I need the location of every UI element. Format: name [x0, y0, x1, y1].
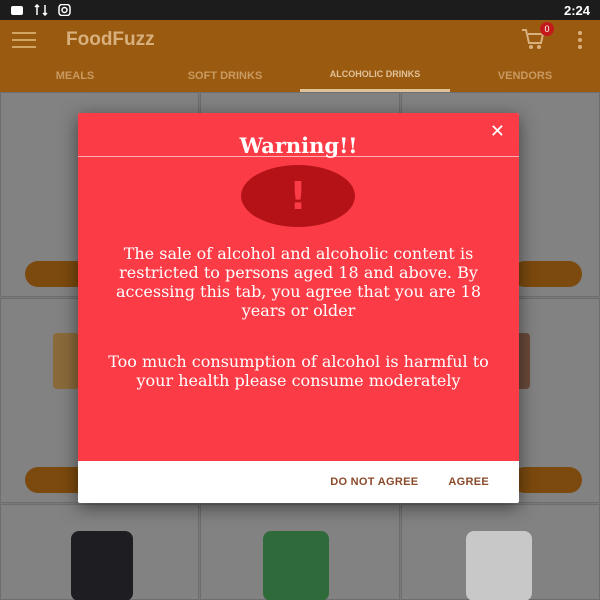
instagram-icon [58, 4, 71, 16]
app-title: FoodFuzz [66, 29, 155, 50]
add-to-cart-button[interactable] [512, 467, 582, 493]
product-image [53, 333, 79, 389]
notification-icon [11, 6, 23, 15]
product-card[interactable] [0, 504, 199, 600]
dialog-body: Warning!! ✕ ! The sale of alcohol and al… [78, 113, 519, 461]
status-bar: 2:24 [0, 0, 600, 20]
app-bar: FoodFuzz 0 [0, 20, 600, 60]
age-restriction-message: The sale of alcohol and alcoholic conten… [115, 244, 482, 320]
tab-vendors[interactable]: VENDORS [450, 60, 600, 92]
product-card[interactable] [200, 504, 400, 600]
agree-button[interactable]: AGREE [448, 476, 489, 488]
more-options-icon[interactable] [578, 31, 582, 49]
close-icon[interactable]: ✕ [490, 121, 505, 142]
cart-count-badge: 0 [540, 22, 554, 36]
add-to-cart-button[interactable] [512, 261, 582, 287]
product-image [263, 531, 329, 600]
transfer-icon [34, 4, 48, 16]
product-image [466, 531, 532, 600]
dialog-actions: DO NOT AGREE AGREE [78, 461, 519, 503]
tab-meals[interactable]: MEALS [0, 60, 150, 92]
product-image [71, 531, 133, 600]
exclamation-icon: ! [289, 174, 307, 218]
product-card[interactable] [401, 504, 600, 600]
dialog-title: Warning!! [239, 133, 358, 158]
clock: 2:24 [563, 2, 590, 18]
health-warning-message: Too much consumption of alcohol is harmf… [108, 352, 489, 390]
tab-alcoholic-drinks[interactable]: ALCOHOLIC DRINKS [300, 60, 450, 92]
menu-icon[interactable] [12, 32, 36, 48]
warning-badge: ! [241, 165, 355, 227]
tab-soft-drinks[interactable]: SOFT DRINKS [150, 60, 300, 92]
cart-button[interactable]: 0 [520, 22, 554, 54]
category-tabs: MEALS SOFT DRINKS ALCOHOLIC DRINKS VENDO… [0, 60, 600, 92]
divider [78, 156, 519, 157]
age-warning-dialog: Warning!! ✕ ! The sale of alcohol and al… [78, 113, 519, 503]
do-not-agree-button[interactable]: DO NOT AGREE [330, 476, 418, 488]
